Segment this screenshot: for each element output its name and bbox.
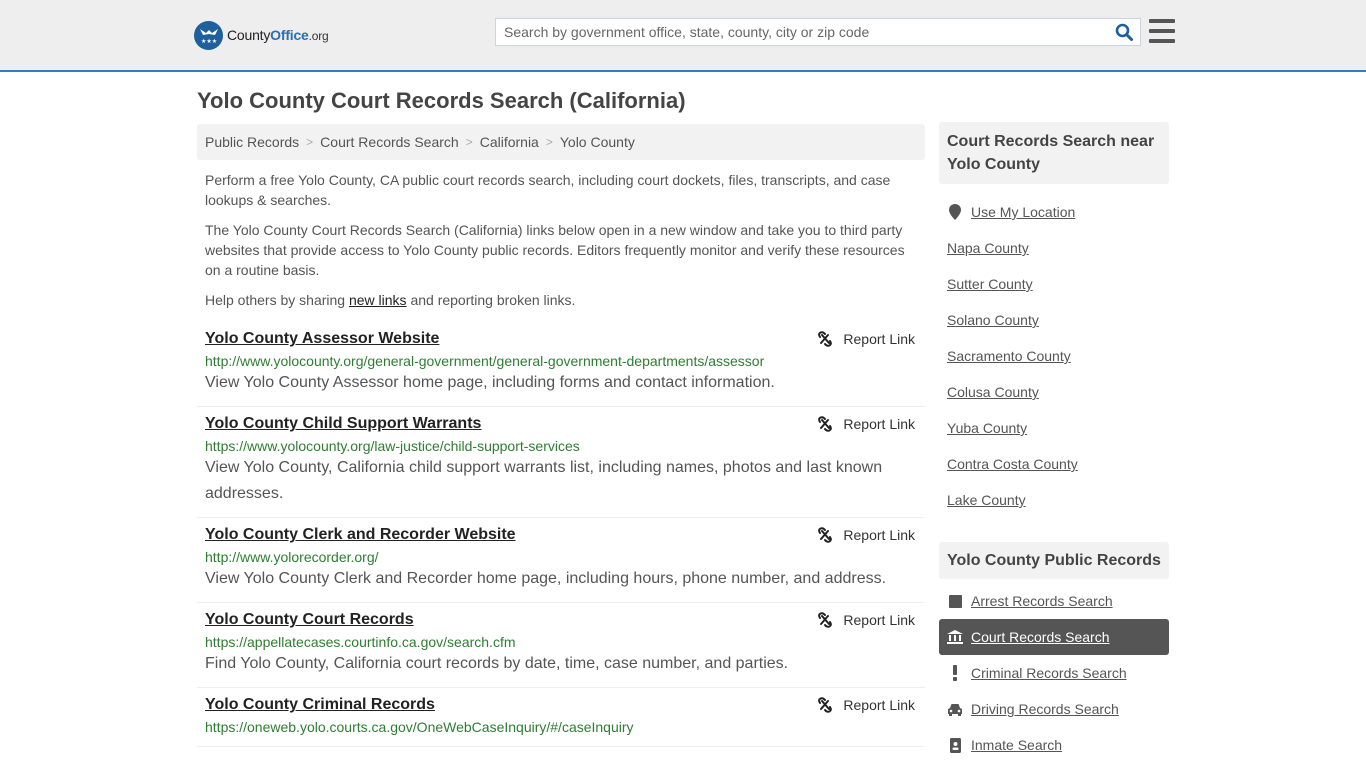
result-url[interactable]: https://www.yolocounty.org/law-justice/c… — [205, 437, 917, 455]
id-badge-icon — [947, 737, 963, 753]
share-links-paragraph: Help others by sharing new links and rep… — [205, 292, 576, 308]
public-records-list: Arrest Records Search Court Records Sear… — [939, 579, 1169, 763]
nearby-county-link[interactable]: Solano County — [947, 302, 1161, 338]
new-links-link[interactable]: new links — [349, 292, 407, 308]
breadcrumb-yolo-county[interactable]: Yolo County — [560, 134, 635, 150]
page-title: Yolo County Court Records Search (Califo… — [197, 88, 686, 113]
result-url[interactable]: https://oneweb.yolo.courts.ca.gov/OneWeb… — [205, 718, 917, 736]
broken-link-icon — [817, 527, 833, 543]
hamburger-menu-icon[interactable] — [1149, 19, 1175, 43]
intro-text: Perform a free Yolo County, CA public co… — [197, 170, 925, 310]
nearby-list: Use My Location Napa County Sutter Count… — [939, 184, 1169, 518]
exclamation-icon — [947, 665, 963, 681]
search-icon — [1115, 23, 1133, 41]
site-header: ★★★ CountyOffice.org — [0, 0, 1366, 72]
broken-link-icon — [817, 416, 833, 432]
public-records-heading: Yolo County Public Records — [939, 542, 1169, 579]
report-link-button[interactable]: Report Link — [817, 612, 915, 628]
result-description: Find Yolo County, California court recor… — [205, 655, 789, 672]
logo-text: CountyOffice.org — [227, 27, 329, 43]
broken-link-icon — [817, 612, 833, 628]
search-button[interactable] — [1108, 19, 1140, 45]
car-icon — [947, 703, 963, 716]
intro-paragraph: Perform a free Yolo County, CA public co… — [205, 172, 891, 208]
map-marker-icon — [947, 204, 963, 220]
report-link-button[interactable]: Report Link — [817, 331, 915, 347]
breadcrumb-separator: > — [465, 135, 473, 149]
broken-link-icon — [817, 697, 833, 713]
result-title-link[interactable]: Yolo County Court Records — [205, 610, 414, 630]
report-link-button[interactable]: Report Link — [817, 416, 915, 432]
sidebar: Court Records Search near Yolo County Us… — [939, 122, 1169, 763]
result-title-link[interactable]: Yolo County Clerk and Recorder Website — [205, 525, 516, 545]
site-logo[interactable]: ★★★ CountyOffice.org — [194, 20, 329, 50]
result-item: Yolo County Clerk and Recorder Website h… — [197, 518, 925, 603]
result-title-link[interactable]: Yolo County Assessor Website — [205, 329, 439, 349]
result-title-link[interactable]: Yolo County Child Support Warrants — [205, 414, 481, 434]
result-item: Yolo County Court Records https://appell… — [197, 603, 925, 688]
report-link-button[interactable]: Report Link — [817, 527, 915, 543]
nearby-county-link[interactable]: Contra Costa County — [947, 446, 1161, 482]
results-list: Yolo County Assessor Website http://www.… — [197, 322, 925, 747]
sidebar-item-court-records[interactable]: Court Records Search — [939, 619, 1169, 655]
sidebar-item-arrest-records[interactable]: Arrest Records Search — [947, 583, 1161, 619]
result-url[interactable]: https://appellatecases.courtinfo.ca.gov/… — [205, 633, 917, 651]
result-url[interactable]: http://www.yolorecorder.org/ — [205, 548, 917, 566]
nearby-county-link[interactable]: Sutter County — [947, 266, 1161, 302]
broken-link-icon — [817, 331, 833, 347]
courthouse-icon — [947, 630, 963, 644]
breadcrumb-separator: > — [545, 135, 553, 149]
search-input[interactable] — [496, 19, 1108, 45]
result-description: View Yolo County, California child suppo… — [205, 459, 883, 502]
breadcrumb: Public Records > Court Records Search > … — [197, 124, 925, 160]
result-url[interactable]: http://www.yolocounty.org/general-govern… — [205, 352, 917, 370]
result-item: Yolo County Child Support Warrants https… — [197, 407, 925, 518]
result-item: Yolo County Criminal Records https://one… — [197, 688, 925, 747]
main-content: Public Records > Court Records Search > … — [197, 124, 925, 747]
use-my-location-link[interactable]: Use My Location — [947, 194, 1161, 230]
result-description: View Yolo County Clerk and Recorder home… — [205, 570, 887, 587]
nearby-heading: Court Records Search near Yolo County — [939, 122, 1169, 184]
result-item: Yolo County Assessor Website http://www.… — [197, 322, 925, 407]
eagle-logo-icon: ★★★ — [194, 20, 223, 50]
search-bar — [495, 18, 1141, 46]
svg-text:★★★: ★★★ — [201, 38, 217, 45]
breadcrumb-court-records-search[interactable]: Court Records Search — [320, 134, 459, 150]
result-description: View Yolo County Assessor home page, inc… — [205, 374, 775, 391]
sidebar-item-driving-records[interactable]: Driving Records Search — [947, 691, 1161, 727]
sidebar-item-criminal-records[interactable]: Criminal Records Search — [947, 655, 1161, 691]
breadcrumb-public-records[interactable]: Public Records — [205, 134, 299, 150]
sidebar-item-inmate-search[interactable]: Inmate Search — [947, 727, 1161, 763]
intro-paragraph: The Yolo County Court Records Search (Ca… — [205, 222, 905, 278]
breadcrumb-california[interactable]: California — [480, 134, 539, 150]
square-icon — [947, 594, 963, 608]
nearby-county-link[interactable]: Colusa County — [947, 374, 1161, 410]
nearby-county-link[interactable]: Yuba County — [947, 410, 1161, 446]
nearby-county-link[interactable]: Lake County — [947, 482, 1161, 518]
result-title-link[interactable]: Yolo County Criminal Records — [205, 695, 435, 715]
report-link-button[interactable]: Report Link — [817, 697, 915, 713]
breadcrumb-separator: > — [306, 135, 314, 149]
nearby-county-link[interactable]: Sacramento County — [947, 338, 1161, 374]
nearby-county-link[interactable]: Napa County — [947, 230, 1161, 266]
